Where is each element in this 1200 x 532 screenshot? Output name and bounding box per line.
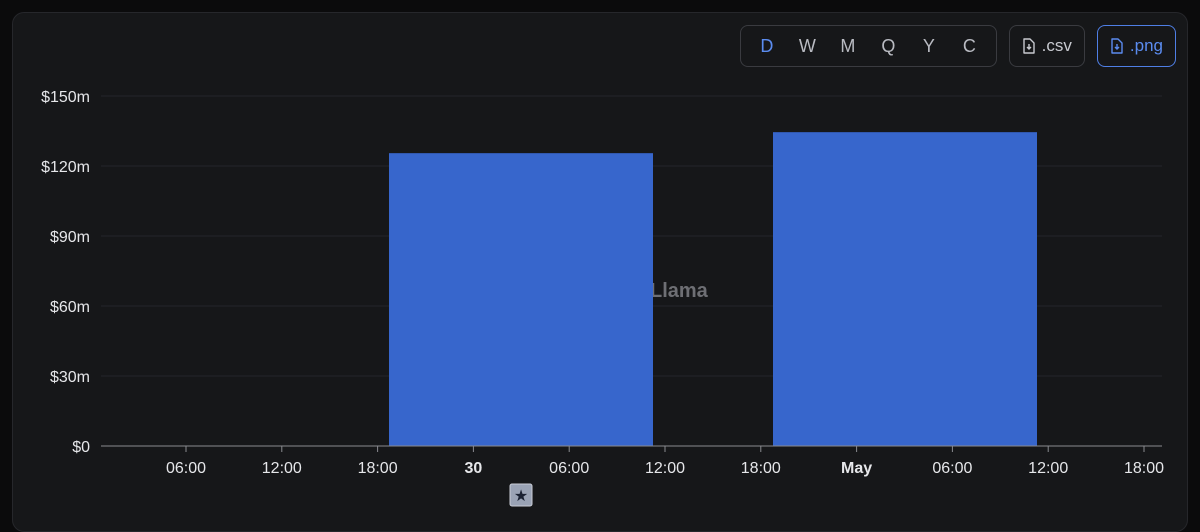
y-tick-label: $30m — [50, 369, 90, 386]
y-tick-label: $90m — [50, 229, 90, 246]
x-tick-label: 18:00 — [1124, 460, 1164, 477]
y-tick-label: $120m — [41, 159, 90, 176]
x-tick-label: 12:00 — [645, 460, 685, 477]
bar-chart: $0 $30m $60m $90m $120m $150m Llama 06:00 12:0… — [41, 89, 1164, 507]
y-tick-label: $60m — [50, 299, 90, 316]
bar[interactable] — [773, 132, 1037, 446]
x-axis-ticks: 06:00 12:00 18:00 30 06:00 12:00 18:00 May 06:00… — [166, 446, 1164, 477]
x-tick-label: 18:00 — [358, 460, 398, 477]
x-tick-label: 06:00 — [166, 460, 206, 477]
x-tick-label: 06:00 — [932, 460, 972, 477]
x-tick-label: 12:00 — [262, 460, 302, 477]
x-tick-label: 18:00 — [741, 460, 781, 477]
event-marker[interactable]: ★ — [509, 483, 533, 507]
x-tick-label: 30 — [465, 460, 483, 477]
y-tick-label: $0 — [72, 439, 90, 456]
bar[interactable] — [389, 153, 653, 446]
x-tick-label: 06:00 — [549, 460, 589, 477]
y-tick-label: $150m — [41, 89, 90, 106]
x-tick-label: May — [841, 460, 872, 477]
watermark-text: Llama — [650, 280, 709, 302]
bars — [389, 132, 1037, 446]
x-tick-label: 12:00 — [1028, 460, 1068, 477]
y-axis-ticks: $0 $30m $60m $90m $120m $150m — [41, 89, 90, 456]
star-icon: ★ — [514, 488, 528, 505]
